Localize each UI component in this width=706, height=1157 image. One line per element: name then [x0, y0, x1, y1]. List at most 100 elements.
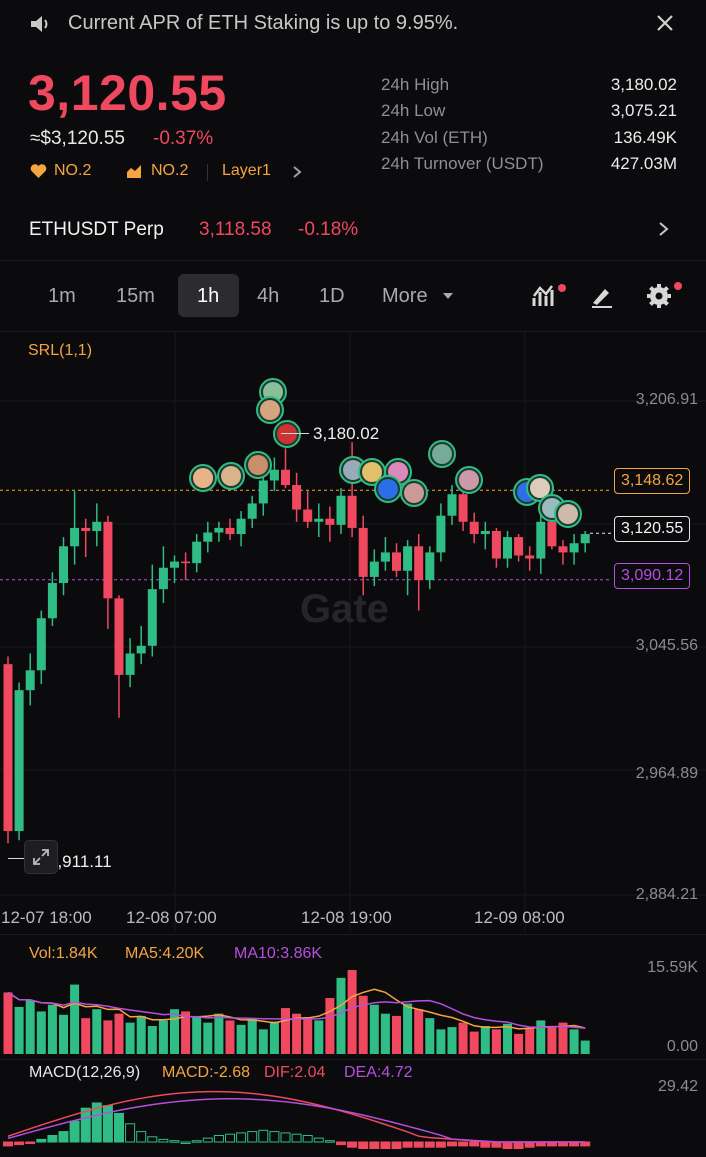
macd-bar — [169, 1140, 180, 1143]
candle-body — [292, 485, 302, 510]
candle-body — [325, 518, 335, 525]
avatar — [554, 500, 582, 528]
candle-body — [380, 552, 390, 562]
close-icon[interactable] — [656, 14, 674, 32]
candle-body — [369, 561, 379, 577]
stat-label: 24h Vol (ETH) — [381, 128, 488, 147]
y-axis-label: 3,206.91 — [635, 391, 698, 408]
volume-bar — [347, 970, 357, 1054]
macd-bar — [247, 1131, 258, 1143]
dea-value: DEA:4.72 — [344, 1064, 413, 1081]
candle-body — [281, 469, 290, 486]
macd-bar — [369, 1141, 380, 1149]
macd-bar — [125, 1123, 136, 1143]
volume-bar — [47, 1004, 57, 1054]
candle-body — [347, 495, 357, 528]
macd-bar — [480, 1141, 491, 1148]
macd-bar — [258, 1129, 269, 1143]
announcement-banner[interactable]: Current APR of ETH Staking is up to 9.95… — [0, 0, 706, 48]
purple-price-line-label[interactable]: 3,090.12 — [614, 563, 691, 589]
tab-15m[interactable]: 15m — [116, 285, 155, 308]
macd-bar — [3, 1141, 13, 1147]
settings-icon[interactable] — [646, 281, 686, 309]
volume-bar — [325, 998, 335, 1054]
expand-chart-button[interactable] — [24, 840, 58, 874]
volume-bar — [369, 1004, 379, 1054]
candle-body — [392, 552, 401, 571]
volume-bar — [292, 1013, 302, 1054]
macd-bar — [213, 1135, 224, 1143]
candle-body — [225, 527, 235, 535]
volume-bar — [281, 1008, 290, 1054]
avatar — [244, 451, 272, 479]
usd-price: ≈$3,120.55 — [30, 128, 125, 149]
candle-body — [425, 552, 435, 580]
candle-body — [47, 583, 57, 619]
macd-bar — [236, 1132, 247, 1143]
perp-price: 3,118.58 — [199, 219, 272, 240]
volume-bar — [203, 1022, 213, 1054]
chevron-right-icon[interactable] — [292, 165, 302, 179]
rank-tag-2-label: NO.2 — [151, 162, 189, 179]
volume-bar — [414, 1009, 424, 1054]
macd-bar — [458, 1141, 469, 1147]
draw-icon[interactable] — [590, 284, 614, 308]
candle-body — [59, 546, 68, 584]
tab-1h[interactable]: 1h — [197, 285, 219, 308]
macd-bar — [136, 1131, 147, 1143]
tab-1d[interactable]: 1D — [319, 285, 345, 308]
volume-bar — [458, 1022, 468, 1054]
tab-1m[interactable]: 1m — [48, 285, 76, 308]
avatar-face — [248, 455, 268, 475]
candle-body — [525, 555, 535, 559]
avatar-face — [193, 468, 213, 488]
volume-chart[interactable] — [0, 935, 706, 1059]
tab-4h[interactable]: 4h — [257, 285, 279, 308]
candle-body — [569, 543, 579, 553]
volume-bar — [225, 1020, 235, 1054]
volume-bar — [392, 1015, 401, 1054]
macd-bar — [202, 1137, 213, 1143]
avatar — [217, 462, 245, 490]
macd-bar — [180, 1141, 191, 1144]
last-price: 3,120.55 — [28, 65, 227, 121]
macd-bar — [225, 1133, 235, 1143]
sector-tag[interactable]: Layer1 — [222, 162, 271, 180]
high-marker: 3,180.02 — [313, 424, 380, 443]
caret-down-icon — [443, 293, 453, 299]
indicator-icon[interactable] — [532, 282, 568, 310]
macd-bar — [47, 1135, 58, 1143]
tab-more[interactable]: More — [382, 285, 428, 308]
macd-bar — [513, 1141, 524, 1149]
ma5-label: MA5:4.20K — [125, 945, 205, 962]
macd-bar — [36, 1138, 47, 1143]
macd-bar — [380, 1141, 391, 1149]
chevron-right-icon[interactable] — [658, 221, 669, 237]
volume-bar — [14, 1006, 24, 1054]
candle-body — [458, 494, 468, 522]
avatar-face — [277, 424, 297, 444]
candle-body — [480, 530, 490, 535]
rank-tag-1-label: NO.2 — [54, 162, 92, 179]
candlestick-chart[interactable]: Gate — [0, 332, 706, 932]
macd-bar — [58, 1131, 69, 1143]
candle-body — [70, 527, 80, 547]
avatar-face — [404, 483, 424, 503]
expand-icon — [33, 849, 49, 865]
stat-value: 136.49K — [613, 128, 677, 147]
avatar-face — [459, 470, 479, 490]
volume-bar — [258, 1029, 268, 1054]
candle-body — [303, 509, 313, 522]
indicator-label[interactable]: SRL(1,1) — [28, 342, 92, 360]
candle-body — [203, 532, 213, 542]
candle-body — [192, 541, 202, 564]
candle-body — [3, 664, 13, 832]
macd-bar — [147, 1136, 158, 1143]
stat-label: 24h Low — [381, 101, 446, 120]
orange-price-line-label[interactable]: 3,148.62 — [614, 468, 691, 494]
y-axis-label: 2,884.21 — [635, 886, 698, 903]
macd-bar — [469, 1141, 480, 1147]
macd-bar — [324, 1140, 335, 1143]
divider — [0, 260, 706, 261]
volume-bar — [447, 1027, 457, 1054]
